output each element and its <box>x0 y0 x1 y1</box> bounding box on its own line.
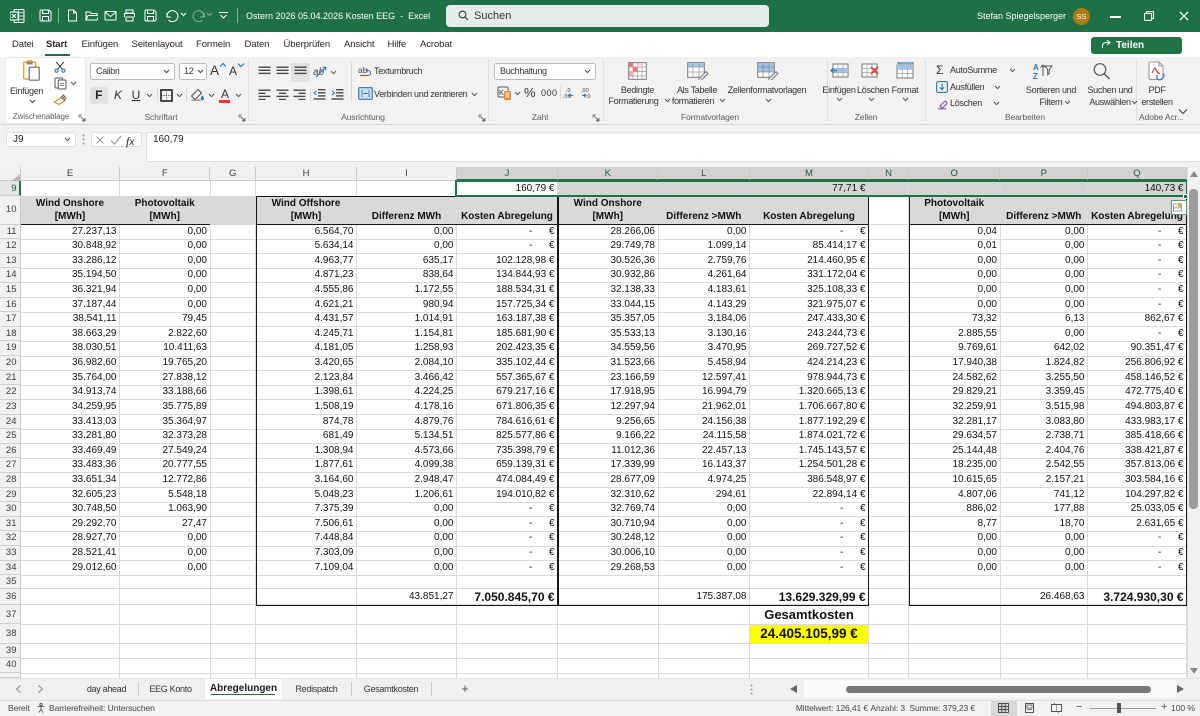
svg-text:Z: Z <box>1033 72 1038 80</box>
svg-text:K: K <box>499 88 504 97</box>
svg-text:,0: ,0 <box>586 94 591 99</box>
svg-text:ab: ab <box>313 67 325 78</box>
svg-text:A: A <box>1033 63 1039 72</box>
